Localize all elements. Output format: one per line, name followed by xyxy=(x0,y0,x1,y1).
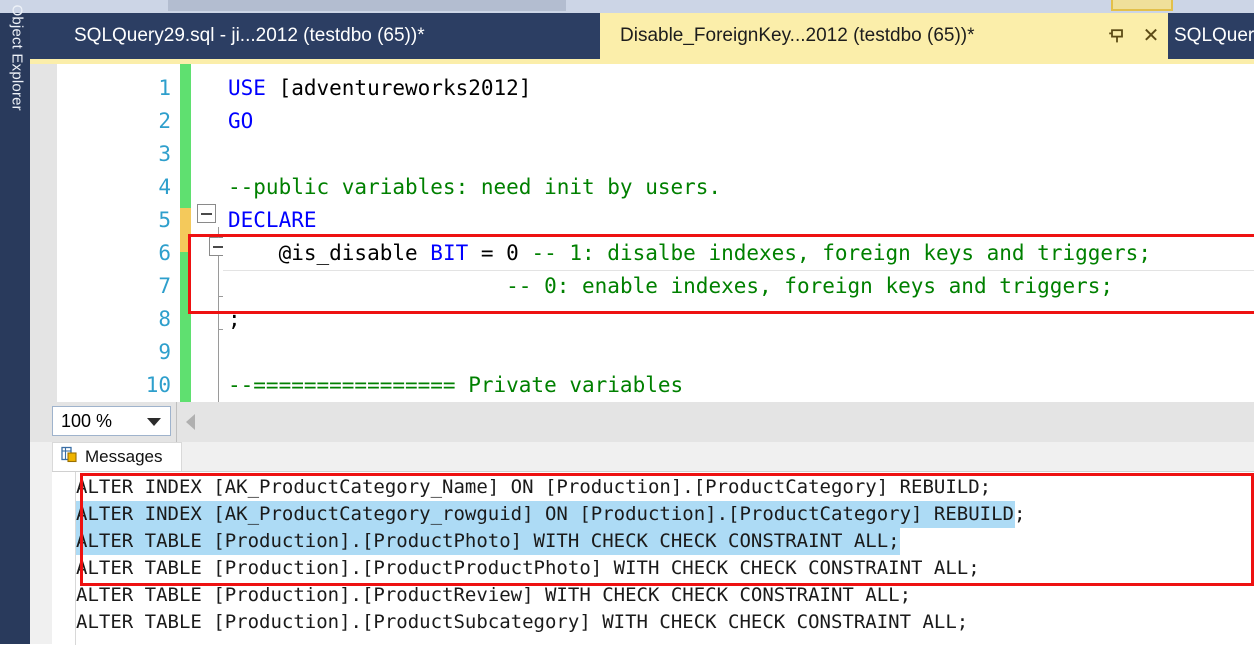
toolbar-combo-remnant[interactable] xyxy=(168,0,566,11)
line-number: 7 xyxy=(158,274,171,298)
code-line: ; xyxy=(228,303,241,336)
code-token: @is_disable xyxy=(228,241,431,265)
line-number: 9 xyxy=(158,340,171,364)
line-number: 8 xyxy=(158,307,171,331)
message-row[interactable]: ALTER TABLE [Production].[ProductPhoto] … xyxy=(76,528,900,555)
message-row[interactable]: ALTER TABLE [Production].[ProductReview]… xyxy=(76,582,911,609)
message-row[interactable]: ALTER TABLE [Production].[ProductProduct… xyxy=(76,555,980,582)
message-row[interactable]: ALTER INDEX [AK_ProductCategory_rowguid]… xyxy=(76,501,1025,528)
outline-guide-upper xyxy=(218,227,219,238)
tab-sqlquery29-label: SQLQuery29.sql - ji...2012 (testdbo (65)… xyxy=(74,25,425,46)
code-editor[interactable]: 1 2 3 4 5 6 7 8 9 10 USE [adventureworks2012] GO --… xyxy=(30,64,1254,402)
code-line: DECLARE xyxy=(228,204,317,237)
message-row[interactable]: ALTER INDEX [AK_ProductCategory_Name] ON… xyxy=(76,474,991,501)
outline-collapse-declare[interactable] xyxy=(197,204,216,223)
messages-left-gutter xyxy=(52,472,76,645)
code-token: ; xyxy=(228,307,241,331)
code-token: GO xyxy=(228,109,254,133)
outline-guide-tail xyxy=(218,329,219,402)
tab-disable-foreignkey[interactable]: Disable_ForeignKey...2012 (testdbo (65))… xyxy=(600,13,1168,59)
messages-grid-icon xyxy=(61,446,78,468)
tab-sqlquery28[interactable]: SQLQuery28 xyxy=(1168,13,1254,59)
code-line: @is_disable BIT = 0 -- 1: disalbe indexe… xyxy=(228,237,1151,270)
object-explorer-label: Object Explorer xyxy=(8,4,26,111)
status-divider xyxy=(176,402,177,442)
zoom-level-value: 100 % xyxy=(61,410,113,431)
scroll-left-arrow-icon[interactable] xyxy=(186,414,195,430)
pin-icon[interactable] xyxy=(1100,27,1134,45)
message-row[interactable]: ALTER TABLE [Production].[ProductSubcate… xyxy=(76,609,968,636)
messages-output[interactable]: ALTER INDEX [AK_ProductCategory_Name] ON… xyxy=(52,471,1254,645)
code-token: = 0 xyxy=(468,241,532,265)
messages-panel: Messages ALTER INDEX [AK_ProductCategory… xyxy=(30,442,1254,645)
editor-tab-strip: SQLQuery29.sql - ji...2012 (testdbo (65)… xyxy=(30,13,1254,59)
line-number: 10 xyxy=(145,373,171,397)
code-token: [adventureworks2012] xyxy=(278,76,532,100)
code-text-area[interactable]: USE [adventureworks2012] GO --public varia… xyxy=(223,64,1254,402)
line-number: 2 xyxy=(158,109,171,133)
toolbar-highlight-item-1[interactable] xyxy=(1111,0,1173,11)
toolbar-strip xyxy=(0,0,1254,13)
code-token: --public variables: need init by users. xyxy=(228,175,722,199)
line-number: 6 xyxy=(158,241,171,265)
tab-sqlquery28-label: SQLQuery28 xyxy=(1174,25,1254,46)
code-line: --================ Private variables xyxy=(228,369,683,402)
code-token: -- 1: disalbe indexes, foreign keys and … xyxy=(531,241,1151,265)
zoom-level-select[interactable]: 100 % xyxy=(52,406,171,436)
code-line: USE [adventureworks2012] xyxy=(228,72,531,105)
object-explorer-dock[interactable]: Object Explorer xyxy=(0,5,30,644)
code-line: GO xyxy=(228,105,253,138)
tab-messages[interactable]: Messages xyxy=(52,442,182,471)
chevron-down-icon[interactable] xyxy=(147,418,161,426)
code-token: USE xyxy=(228,76,279,100)
ssms-window: Object Explorer SQLQuery29.sql - ji...20… xyxy=(0,0,1254,645)
code-line: -- 0: enable indexes, foreign keys and t… xyxy=(228,270,1113,303)
change-tracking-amber-segment xyxy=(180,208,191,252)
code-token: BIT xyxy=(430,241,469,265)
code-token: --================ Private variables xyxy=(228,373,684,397)
tab-disable-foreignkey-label: Disable_ForeignKey...2012 (testdbo (65))… xyxy=(620,25,975,46)
code-token: DECLARE xyxy=(228,208,317,232)
tab-messages-label: Messages xyxy=(85,447,163,466)
outline-guide-lower xyxy=(218,256,219,329)
editor-status-row: 100 % xyxy=(30,402,1254,442)
change-tracking-bar xyxy=(180,64,191,402)
line-number: 3 xyxy=(158,142,171,166)
line-number: 4 xyxy=(158,175,171,199)
editor-selection-margin[interactable] xyxy=(30,64,57,402)
line-number: 1 xyxy=(158,76,171,100)
line-number-column: 1 2 3 4 5 6 7 8 9 10 xyxy=(57,64,179,402)
outlining-margin[interactable] xyxy=(191,64,228,402)
code-token: -- 0: enable indexes, foreign keys and t… xyxy=(506,274,1114,298)
line-number: 5 xyxy=(158,208,171,232)
close-icon[interactable]: ✕ xyxy=(1134,26,1168,46)
code-line: --public variables: need init by users. xyxy=(228,171,721,204)
tab-sqlquery29[interactable]: SQLQuery29.sql - ji...2012 (testdbo (65)… xyxy=(47,13,600,59)
